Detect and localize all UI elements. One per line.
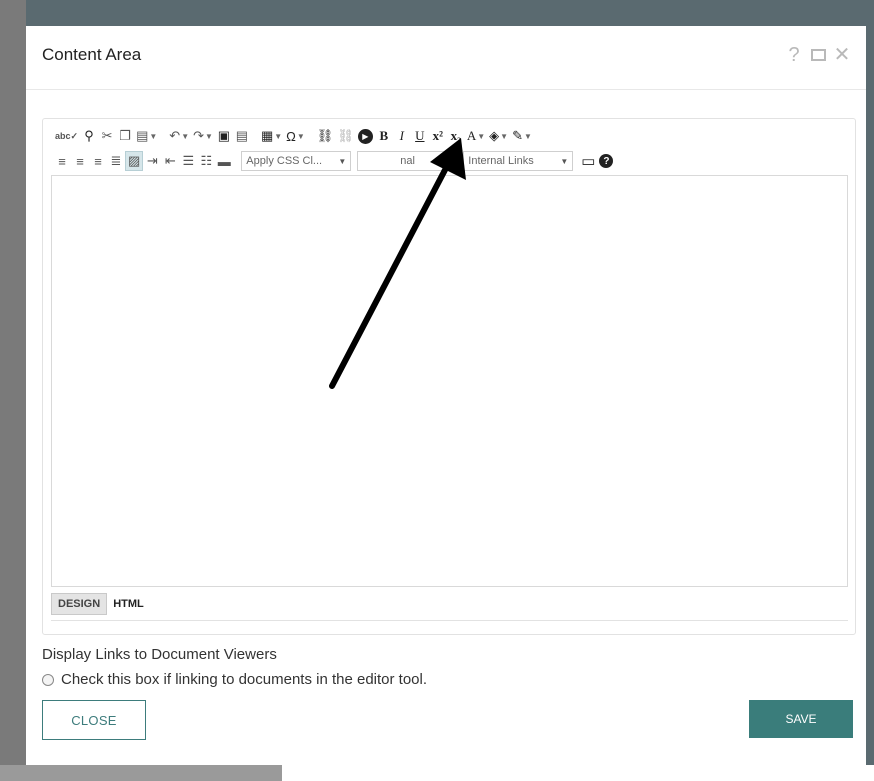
backdrop-top	[0, 0, 874, 26]
align-none-icon[interactable]: ▨	[125, 151, 144, 171]
close-icon[interactable]: ✕	[832, 45, 852, 65]
header-icons: ? ✕	[784, 45, 852, 65]
numbered-list-icon[interactable]: ☰	[179, 151, 197, 171]
link-icon[interactable]: ⛓	[315, 126, 336, 146]
subscript-icon[interactable]: x₂	[447, 126, 465, 146]
copy-icon[interactable]: ❐	[116, 126, 134, 146]
cut-icon[interactable]: ✂	[98, 126, 116, 146]
editor-mode-bar: DESIGN HTML	[51, 591, 150, 617]
image-icon[interactable]: ▣	[215, 126, 233, 146]
css-class-select-value: Apply CSS Cl...	[246, 155, 323, 167]
find-icon[interactable]: ⚲	[80, 126, 98, 146]
rich-text-editor: abc✓ ⚲ ✂ ❐ ▤ ▼ ↶ ▼ ↷ ▼ ▣ ▤ ▦ ▼ Ω ▼ ⛓ ⛓ ▶ B I …	[42, 118, 856, 635]
paste-icon[interactable]: ▤ ▼	[134, 126, 159, 146]
internal-links-select[interactable]: Internal Links ▼	[463, 151, 574, 171]
maximize-icon[interactable]	[808, 45, 828, 65]
dialog-header: Content Area ? ✕	[26, 26, 866, 90]
undo-icon[interactable]: ↶ ▼	[167, 126, 191, 146]
document-viewers-label: Display Links to Document Viewers	[42, 646, 277, 663]
editor-content-area[interactable]	[51, 175, 848, 587]
html-mode-tab[interactable]: HTML	[107, 594, 150, 614]
indent-icon[interactable]: ⇥	[143, 151, 161, 171]
paragraph-format-value: nal	[400, 155, 415, 167]
close-button[interactable]: CLOSE	[42, 700, 146, 740]
toolbar-row-2: ≡ ≡ ≡ ≣ ▨ ⇥ ⇤ ☰ ☷ ▬ Apply CSS Cl... ▼ nal…	[53, 150, 615, 172]
paragraph-format-select[interactable]: nal ▼	[357, 151, 458, 171]
align-center-icon[interactable]: ≡	[71, 151, 89, 171]
backdrop-left	[0, 0, 26, 765]
backdrop-bottom-right	[282, 765, 874, 781]
internal-links-value: Internal Links	[468, 155, 534, 167]
toolbar-row-1: abc✓ ⚲ ✂ ❐ ▤ ▼ ↶ ▼ ↷ ▼ ▣ ▤ ▦ ▼ Ω ▼ ⛓ ⛓ ▶ B I …	[53, 125, 534, 147]
content-area-dialog: Content Area ? ✕ abc✓ ⚲ ✂ ❐ ▤ ▼ ↶ ▼ ↷ ▼ ▣ ▤…	[26, 26, 866, 765]
italic-icon[interactable]: I	[393, 126, 411, 146]
document-viewers-checkbox[interactable]	[42, 673, 54, 686]
save-button[interactable]: SAVE	[749, 700, 853, 738]
backdrop-right	[866, 26, 874, 766]
css-class-select[interactable]: Apply CSS Cl... ▼	[241, 151, 352, 171]
bulleted-list-icon[interactable]: ☷	[197, 151, 215, 171]
document-icon[interactable]: ▤	[233, 126, 251, 146]
highlight-icon[interactable]: ◈ ▼	[487, 126, 510, 146]
unlink-icon[interactable]: ⛓	[335, 126, 356, 146]
outdent-icon[interactable]: ⇤	[161, 151, 179, 171]
help-circle-icon[interactable]: ?	[597, 151, 615, 171]
bold-icon[interactable]: B	[375, 126, 393, 146]
underline-icon[interactable]: U	[411, 126, 429, 146]
align-right-icon[interactable]: ≡	[89, 151, 107, 171]
table-icon[interactable]: ▦ ▼	[259, 126, 284, 146]
spellcheck-icon[interactable]: abc✓	[53, 126, 80, 146]
document-viewers-checkbox-label: Check this box if linking to documents i…	[61, 671, 428, 688]
special-char-icon[interactable]: Ω ▼	[284, 126, 307, 146]
align-left-icon[interactable]: ≡	[53, 151, 71, 171]
document-viewers-option[interactable]: Check this box if linking to documents i…	[42, 671, 427, 688]
help-icon[interactable]: ?	[784, 45, 804, 65]
format-brush-icon[interactable]: ✎ ▼	[510, 126, 534, 146]
font-color-icon[interactable]: A ▼	[465, 126, 487, 146]
media-play-icon[interactable]: ▶	[356, 126, 375, 146]
editor-bottom-divider	[51, 620, 848, 621]
align-justify-icon[interactable]: ≣	[107, 151, 125, 171]
superscript-icon[interactable]: x²	[429, 126, 447, 146]
backdrop-bottom-left	[0, 765, 282, 781]
preview-icon[interactable]: ▭	[579, 151, 597, 171]
design-mode-tab[interactable]: DESIGN	[51, 593, 108, 615]
dialog-title: Content Area	[42, 45, 142, 64]
redo-icon[interactable]: ↷ ▼	[191, 126, 215, 146]
horizontal-rule-icon[interactable]: ▬	[215, 151, 233, 171]
